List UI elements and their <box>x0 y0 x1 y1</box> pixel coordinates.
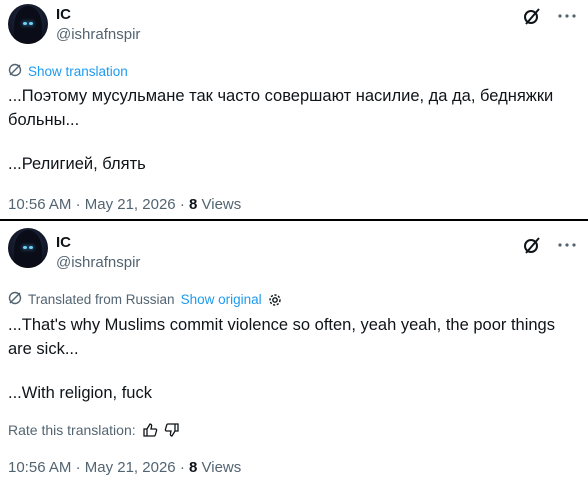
views-label: Views <box>201 196 242 213</box>
more-horizontal-icon[interactable] <box>558 242 576 248</box>
tweet-original: IC @ishrafnspir Show translation ...Поэт… <box>0 0 588 219</box>
tweet-time[interactable]: 10:56 AM <box>8 459 71 476</box>
avatar-eye-right <box>29 22 33 25</box>
avatar[interactable] <box>8 4 48 44</box>
tweet-header-actions <box>522 235 576 255</box>
tweet-date[interactable]: May 21, 2026 <box>85 196 176 213</box>
tweet-translated: IC @ishrafnspir Translated from Russian … <box>0 221 588 485</box>
display-name[interactable]: IC <box>56 6 71 23</box>
display-name[interactable]: IC <box>56 234 71 251</box>
thumbs-down-icon[interactable] <box>164 422 180 438</box>
translate-icon <box>8 63 22 80</box>
gear-icon[interactable] <box>268 293 282 307</box>
views-count: 8 <box>188 196 198 213</box>
avatar[interactable] <box>8 228 48 268</box>
tweet-meta: 10:56 AM · May 21, 2026 · 8 Views <box>8 196 241 213</box>
tweet-meta: 10:56 AM · May 21, 2026 · 8 Views <box>8 459 241 476</box>
tweet-time[interactable]: 10:56 AM <box>8 196 71 213</box>
show-original-link[interactable]: Show original <box>181 292 262 307</box>
tweet-body: ...That's why Muslims commit violence so… <box>8 313 576 405</box>
hooded-figure-icon <box>14 230 42 268</box>
separator: · <box>75 459 81 476</box>
separator: · <box>75 196 81 213</box>
avatar-eye-right <box>29 246 33 249</box>
translation-bar: Show translation <box>8 63 128 80</box>
translated-from-label: Translated from Russian <box>28 292 175 307</box>
separator: · <box>179 196 185 213</box>
avatar-eye-left <box>23 22 27 25</box>
thumbs-up-icon[interactable] <box>142 422 158 438</box>
hooded-figure-icon <box>14 6 42 44</box>
tweet-line-2: ...With religion, fuck <box>8 384 152 402</box>
tweet-line-1: ...Поэтому мусульмане так часто совершаю… <box>8 87 554 129</box>
rate-translation-label: Rate this translation: <box>8 422 136 438</box>
grok-slash-icon[interactable] <box>522 235 542 255</box>
avatar-eye-left <box>23 246 27 249</box>
views-label: Views <box>201 459 242 476</box>
user-handle[interactable]: @ishrafnspir <box>56 26 140 43</box>
tweet-line-1: ...That's why Muslims commit violence so… <box>8 316 555 358</box>
tweet-header-actions <box>522 6 576 26</box>
translate-icon <box>8 291 22 308</box>
more-horizontal-icon[interactable] <box>558 13 576 19</box>
tweet-line-2: ...Религией, блять <box>8 155 146 173</box>
show-translation-link[interactable]: Show translation <box>28 64 128 79</box>
translation-bar: Translated from Russian Show original <box>8 291 282 308</box>
grok-slash-icon[interactable] <box>522 6 542 26</box>
separator: · <box>179 459 185 476</box>
tweet-body: ...Поэтому мусульмане так часто совершаю… <box>8 84 576 176</box>
user-handle[interactable]: @ishrafnspir <box>56 254 140 271</box>
views-count: 8 <box>188 459 198 476</box>
rate-translation-bar: Rate this translation: <box>8 422 180 438</box>
tweet-date[interactable]: May 21, 2026 <box>85 459 176 476</box>
